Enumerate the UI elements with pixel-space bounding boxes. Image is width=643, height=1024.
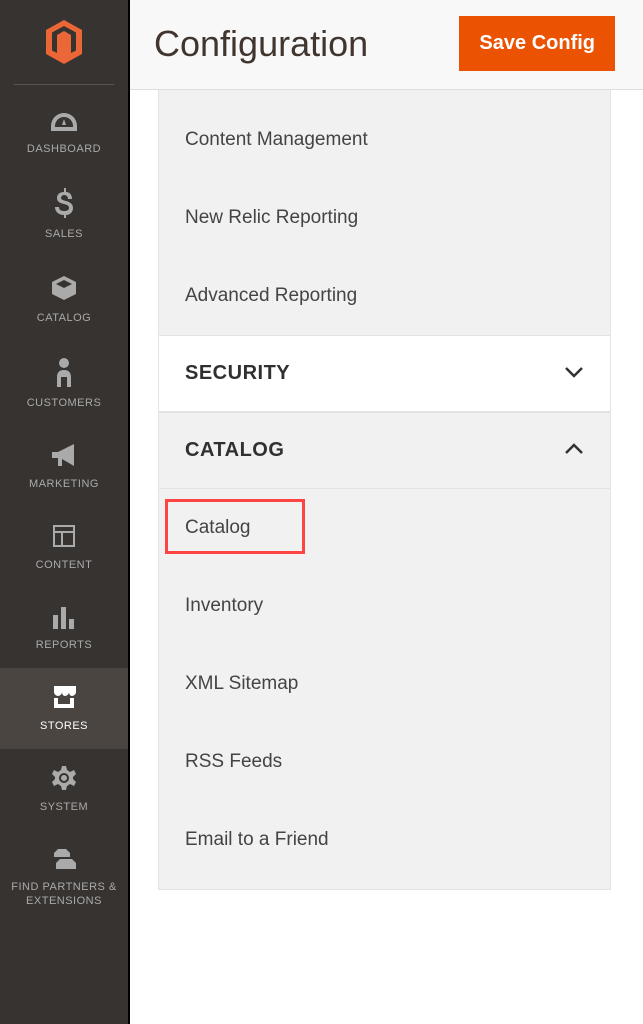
nav-marketing[interactable]: MARKETING [0, 426, 128, 507]
nav-label: MARKETING [29, 477, 99, 491]
nav-label: CATALOG [37, 311, 91, 325]
config-item-email-friend[interactable]: Email to a Friend [159, 801, 610, 879]
nav-label: SALES [45, 227, 83, 241]
section-catalog[interactable]: CATALOG [158, 412, 611, 489]
nav-reports[interactable]: REPORTS [0, 589, 128, 668]
bar-chart-icon [51, 605, 77, 632]
nav-customers[interactable]: CUSTOMERS [0, 341, 128, 426]
main-area: Configuration Save Config Reports Conten… [128, 0, 643, 1024]
nav-stores[interactable]: STORES [0, 668, 128, 749]
chevron-down-icon [564, 365, 584, 383]
config-item-advanced-reporting[interactable]: Advanced Reporting [159, 257, 610, 335]
page-title: Configuration [154, 23, 368, 65]
nav-label: CUSTOMERS [27, 396, 102, 410]
nav-content[interactable]: CONTENT [0, 507, 128, 588]
box-icon [50, 274, 78, 305]
config-item-inventory[interactable]: Inventory [159, 567, 610, 645]
nav-sales[interactable]: SALES [0, 172, 128, 257]
admin-sidebar: DASHBOARD SALES CATALOG CUSTOMERS [0, 0, 128, 1024]
section-security[interactable]: SECURITY [158, 335, 611, 412]
divider [14, 84, 114, 85]
store-icon [50, 684, 78, 713]
page-header: Configuration Save Config [130, 0, 643, 90]
nav-label: DASHBOARD [27, 142, 101, 156]
config-item-reports[interactable]: Reports [159, 90, 610, 101]
config-tabs: Reports Content Management New Relic Rep… [130, 90, 643, 1024]
megaphone-icon [50, 442, 78, 471]
nav-label: REPORTS [36, 638, 92, 652]
nav-catalog[interactable]: CATALOG [0, 258, 128, 341]
section-title: SECURITY [185, 362, 290, 385]
blocks-icon [50, 847, 78, 874]
config-item-new-relic[interactable]: New Relic Reporting [159, 179, 610, 257]
nav-label: CONTENT [36, 558, 93, 572]
person-icon [55, 357, 73, 390]
save-config-button[interactable]: Save Config [459, 16, 615, 71]
nav-label: FIND PARTNERS & EXTENSIONS [4, 880, 124, 909]
config-item-rss-feeds[interactable]: RSS Feeds [159, 723, 610, 801]
dollar-icon [55, 188, 73, 221]
magento-logo[interactable] [0, 12, 128, 84]
general-sub-list: Reports Content Management New Relic Rep… [158, 90, 611, 335]
config-item-xml-sitemap[interactable]: XML Sitemap [159, 645, 610, 723]
catalog-sub-list: Catalog Inventory XML Sitemap RSS Feeds … [158, 489, 611, 890]
nav-system[interactable]: SYSTEM [0, 749, 128, 830]
section-title: CATALOG [185, 439, 284, 462]
config-item-content-management[interactable]: Content Management [159, 101, 610, 179]
chevron-up-icon [564, 442, 584, 460]
gear-icon [51, 765, 77, 794]
nav-label: SYSTEM [40, 800, 88, 814]
nav-label: STORES [40, 719, 88, 733]
layout-icon [51, 523, 77, 552]
gauge-icon [49, 111, 79, 136]
nav-dashboard[interactable]: DASHBOARD [0, 95, 128, 172]
nav-partners[interactable]: FIND PARTNERS & EXTENSIONS [0, 831, 128, 925]
config-item-catalog[interactable]: Catalog [159, 489, 610, 567]
